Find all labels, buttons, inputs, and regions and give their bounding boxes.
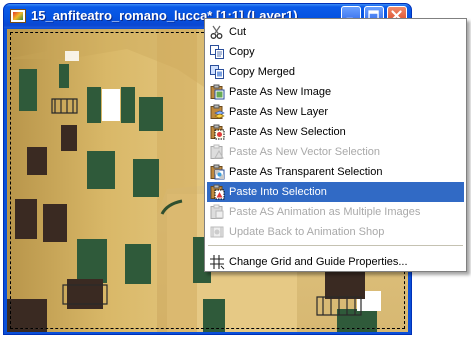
copy-icon <box>209 44 225 60</box>
menu-item-change-grid[interactable]: Change Grid and Guide Properties... <box>207 252 464 272</box>
menu-item-label: Copy Merged <box>229 66 296 78</box>
menu-item-label: Copy <box>229 46 255 58</box>
menu-item-paste-into-selection[interactable]: Paste Into Selection <box>207 182 464 202</box>
menu-item-paste-animation: Paste AS Animation as Multiple Images <box>207 202 464 222</box>
paste-into-selection-icon <box>209 184 225 200</box>
paste-animation-icon <box>209 204 225 220</box>
menu-item-paste-new-layer[interactable]: Paste As New Layer <box>207 102 464 122</box>
animation-shop-icon <box>209 224 225 240</box>
edit-context-menu: Cut Copy Copy Merged Paste As New Image Past… <box>204 18 467 272</box>
menu-item-copy[interactable]: Copy <box>207 42 464 62</box>
paste-selection-icon <box>209 124 225 140</box>
scissors-icon <box>209 24 225 40</box>
paste-layer-icon <box>209 104 225 120</box>
menu-item-label: Paste As Transparent Selection <box>229 166 383 178</box>
menu-item-label: Paste AS Animation as Multiple Images <box>229 206 421 218</box>
menu-item-paste-new-selection[interactable]: Paste As New Selection <box>207 122 464 142</box>
menu-item-paste-new-image[interactable]: Paste As New Image <box>207 82 464 102</box>
menu-item-update-animation-shop: Update Back to Animation Shop <box>207 222 464 242</box>
menu-item-paste-new-vector-selection: Paste As New Vector Selection <box>207 142 464 162</box>
menu-item-label: Paste As New Layer <box>229 106 329 118</box>
menu-item-label: Paste As New Selection <box>229 126 346 138</box>
menu-item-label: Change Grid and Guide Properties... <box>229 256 408 268</box>
menu-item-label: Paste As New Vector Selection <box>229 146 381 158</box>
image-document-icon[interactable] <box>10 9 26 23</box>
menu-item-copy-merged[interactable]: Copy Merged <box>207 62 464 82</box>
menu-separator <box>208 245 463 246</box>
copy-merged-icon <box>209 64 225 80</box>
grid-icon <box>209 254 225 270</box>
menu-item-paste-transparent-selection[interactable]: Paste As Transparent Selection <box>207 162 464 182</box>
paste-vector-icon <box>209 144 225 160</box>
paste-image-icon <box>209 84 225 100</box>
menu-item-label: Update Back to Animation Shop <box>229 226 385 238</box>
paste-transparent-icon <box>209 164 225 180</box>
menu-item-label: Paste Into Selection <box>229 186 327 198</box>
menu-item-label: Cut <box>229 26 247 38</box>
menu-item-label: Paste As New Image <box>229 86 332 98</box>
menu-item-cut[interactable]: Cut <box>207 22 464 42</box>
